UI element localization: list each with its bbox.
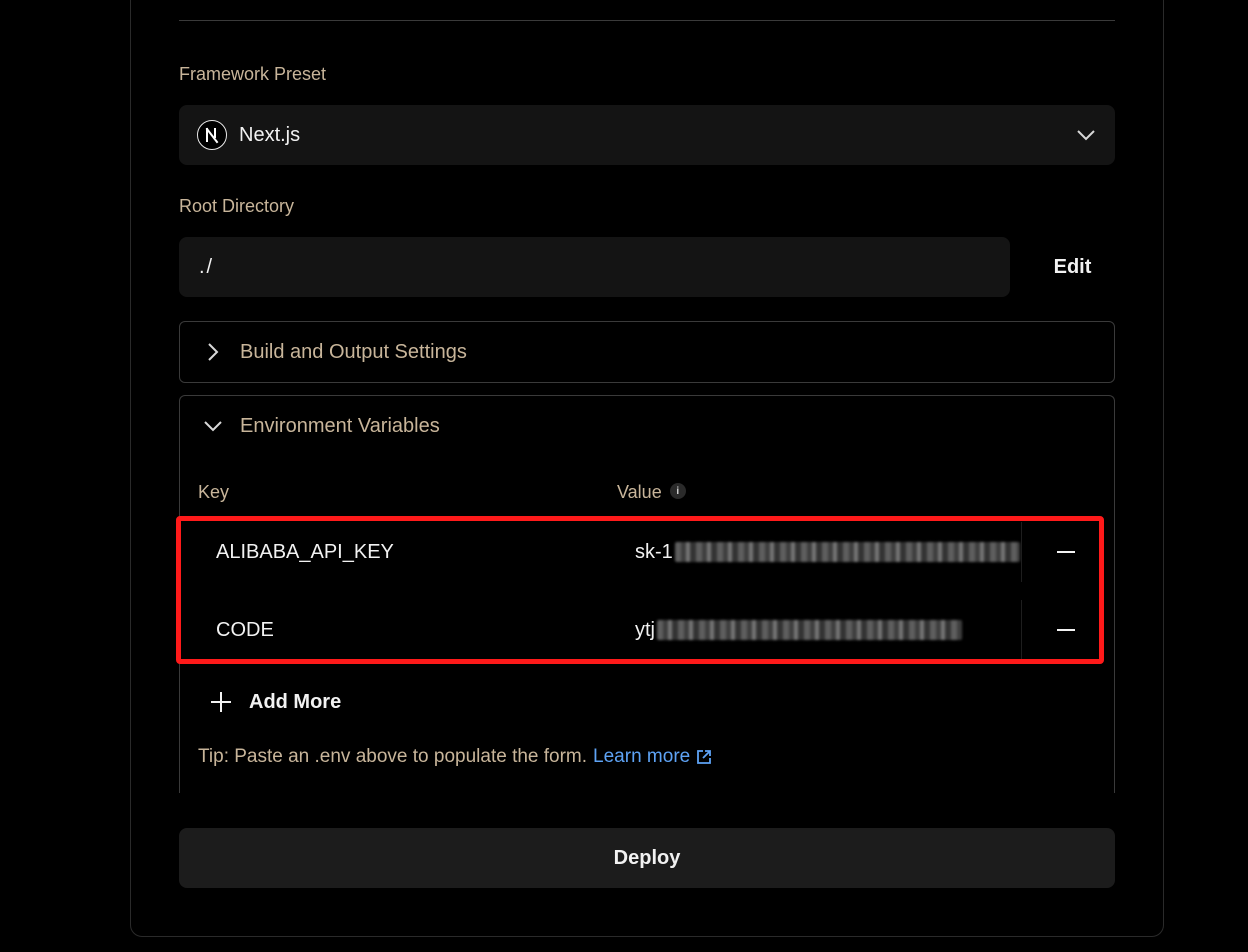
env-tip: Tip: Paste an .env above to populate the… (198, 746, 712, 768)
tip-text: Tip: Paste an .env above to populate the… (198, 746, 588, 767)
minus-icon (1057, 629, 1075, 631)
framework-preset-select[interactable]: Next.js (179, 105, 1115, 165)
environment-variables-title: Environment Variables (240, 414, 440, 437)
env-value-input[interactable]: ytj (617, 600, 1022, 660)
chevron-right-icon (202, 341, 224, 363)
deploy-button[interactable]: Deploy (179, 828, 1115, 888)
root-directory-label: Root Directory (179, 196, 295, 216)
env-value-input[interactable]: sk-1 (617, 522, 1022, 582)
edit-root-directory-button[interactable]: Edit (1030, 237, 1115, 297)
redacted-value-blur (674, 542, 1020, 562)
env-variable-row: ALIBABA_API_KEY sk-1 (198, 522, 1098, 582)
env-key-input[interactable]: CODE (198, 600, 598, 660)
framework-preset-label: Framework Preset (179, 64, 327, 84)
external-link-icon[interactable] (696, 749, 712, 765)
env-value-column-text: Value (617, 482, 662, 502)
env-value-text: sk-1 (635, 540, 673, 563)
minus-icon (1057, 551, 1075, 553)
build-output-settings-title: Build and Output Settings (240, 340, 467, 363)
env-value-text: ytj (635, 618, 655, 641)
plus-icon (210, 691, 232, 713)
env-variable-row: CODE ytj (198, 600, 1098, 660)
section-divider (179, 20, 1115, 21)
build-output-settings-accordion: Build and Output Settings (179, 321, 1115, 383)
env-value-column-label: Value i (617, 482, 686, 503)
chevron-down-icon (1075, 124, 1097, 146)
build-output-settings-header[interactable]: Build and Output Settings (180, 322, 1114, 382)
remove-env-variable-button[interactable] (1048, 537, 1084, 567)
nextjs-logo-icon (197, 120, 227, 150)
environment-variables-header[interactable]: Environment Variables (180, 396, 1114, 456)
learn-more-link[interactable]: Learn more (593, 746, 690, 768)
add-more-button[interactable]: Add More (210, 686, 341, 718)
redacted-value-blur (657, 620, 962, 640)
info-icon[interactable]: i (669, 483, 686, 500)
remove-env-variable-button[interactable] (1048, 615, 1084, 645)
env-key-input[interactable]: ALIBABA_API_KEY (198, 522, 598, 582)
environment-variables-accordion: Environment Variables Key Value i (179, 395, 1115, 793)
add-more-label: Add More (249, 690, 342, 713)
chevron-down-icon (202, 415, 224, 437)
env-key-column-label: Key (198, 482, 230, 502)
framework-preset-value: Next.js (239, 123, 301, 146)
root-directory-input[interactable]: ./ (179, 237, 1010, 297)
